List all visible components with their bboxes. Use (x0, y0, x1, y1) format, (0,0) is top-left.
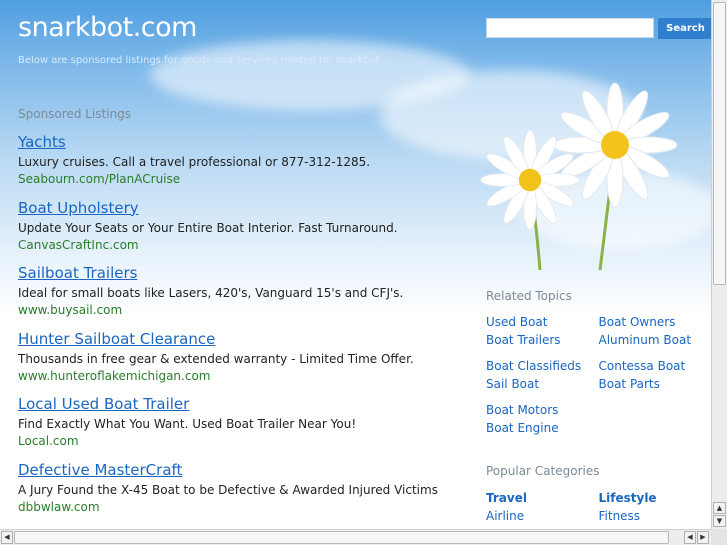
listing-description: Thousands in free gear & extended warran… (18, 351, 414, 366)
related-link[interactable]: Boat Classifieds (486, 358, 599, 376)
listing-title-link[interactable]: Local Used Boat Trailer (18, 395, 458, 414)
related-column: Used Boat Boat Trailers (486, 314, 599, 358)
listing-title-link[interactable]: Hunter Sailboat Clearance (18, 330, 458, 349)
listing-item: Boat Upholstery Update Your Seats or You… (18, 199, 458, 265)
tagline: Below are sponsored listings for goods a… (18, 55, 380, 66)
horizontal-scroll-thumb[interactable] (14, 531, 669, 544)
listing-description: Update Your Seats or Your Entire Boat In… (18, 220, 398, 235)
related-group: Boat Motors Boat Engine (486, 402, 711, 446)
related-link[interactable]: Aluminum Boat (599, 332, 712, 350)
listing-description: Luxury cruises. Call a travel profession… (18, 155, 371, 169)
scroll-right-arrow-icon[interactable]: ▶ (697, 531, 709, 544)
daisy-flowers-image (479, 82, 678, 270)
listing-url-link[interactable]: Local.com (18, 433, 458, 450)
listing-url-link[interactable]: dbbwlaw.com (18, 499, 458, 516)
listing-url-link[interactable]: www.buysail.com (18, 302, 458, 319)
search-input[interactable] (486, 18, 654, 38)
scroll-up-arrow-icon[interactable]: ▲ (713, 502, 726, 514)
horizontal-scrollbar[interactable]: ◀ ◀ ▶ (0, 529, 711, 545)
category-column: Travel Airline (486, 489, 599, 525)
cloud-decoration (150, 40, 470, 110)
listing-title-link[interactable]: Sailboat Trailers (18, 264, 458, 283)
site-logo[interactable]: snarkbot.com (18, 12, 197, 43)
listing-url-link[interactable]: CanvasCraftInc.com (18, 237, 458, 254)
related-group: Boat Classifieds Sail Boat Contessa Boat… (486, 358, 711, 402)
scroll-down-arrow-icon[interactable]: ▼ (713, 515, 726, 527)
related-link[interactable]: Boat Parts (599, 376, 712, 394)
listing-item: Yachts Luxury cruises. Call a travel pro… (18, 133, 458, 199)
scroll-left-arrow-icon[interactable]: ◀ (684, 531, 696, 544)
vertical-scroll-thumb[interactable] (713, 2, 726, 285)
popular-categories-heading: Popular Categories (486, 464, 600, 478)
related-link[interactable]: Contessa Boat (599, 358, 712, 376)
related-topics-heading: Related Topics (486, 289, 572, 303)
listing-item: Sailboat Trailers Ideal for small boats … (18, 264, 458, 330)
related-link[interactable]: Boat Engine (486, 420, 601, 438)
page-viewport: snarkbot.com Below are sponsored listing… (0, 0, 711, 529)
vertical-scrollbar[interactable]: ▲ ▼ (711, 0, 727, 529)
category-title-link[interactable]: Travel (486, 489, 599, 507)
sponsored-listings: Yachts Luxury cruises. Call a travel pro… (18, 133, 458, 527)
related-group: Used Boat Boat Trailers Boat Owners Alum… (486, 314, 711, 358)
related-column: Contessa Boat Boat Parts (599, 358, 712, 402)
related-topics: Used Boat Boat Trailers Boat Owners Alum… (486, 314, 711, 446)
popular-categories: Travel Airline Lifestyle Fitness (486, 489, 711, 525)
listing-item: Local Used Boat Trailer Find Exactly Wha… (18, 395, 458, 461)
listing-item: Defective MasterCraft A Jury Found the X… (18, 461, 458, 527)
listing-title-link[interactable]: Yachts (18, 133, 458, 152)
related-link[interactable]: Used Boat (486, 314, 599, 332)
related-column: Boat Owners Aluminum Boat (599, 314, 712, 358)
listing-description: A Jury Found the X-45 Boat to be Defecti… (18, 482, 438, 497)
category-column: Lifestyle Fitness (599, 489, 712, 525)
category-link[interactable]: Airline (486, 507, 599, 525)
listing-url-link[interactable]: www.hunteroflakemichigan.com (18, 368, 458, 385)
related-link[interactable]: Boat Owners (599, 314, 712, 332)
search-button[interactable]: Search (658, 18, 711, 39)
related-link[interactable]: Sail Boat (486, 376, 599, 394)
listing-url-link[interactable]: Seabourn.com/PlanACruise (18, 171, 458, 188)
listing-title-link[interactable]: Boat Upholstery (18, 199, 458, 218)
listing-description: Find Exactly What You Want. Used Boat Tr… (18, 417, 357, 432)
listing-description: Ideal for small boats like Lasers, 420's… (18, 286, 404, 301)
category-link[interactable]: Fitness (599, 507, 712, 525)
related-column: Boat Classifieds Sail Boat (486, 358, 599, 402)
listing-title-link[interactable]: Defective MasterCraft (18, 461, 458, 480)
category-title-link[interactable]: Lifestyle (599, 489, 712, 507)
scrollbar-corner (711, 529, 727, 545)
listing-item: Hunter Sailboat Clearance Thousands in f… (18, 330, 458, 396)
related-link[interactable]: Boat Motors (486, 402, 601, 420)
scroll-left-arrow-icon[interactable]: ◀ (1, 531, 13, 544)
related-column: Boat Motors Boat Engine (486, 402, 601, 446)
sponsored-listings-heading: Sponsored Listings (18, 107, 132, 121)
related-link[interactable]: Boat Trailers (486, 332, 599, 350)
